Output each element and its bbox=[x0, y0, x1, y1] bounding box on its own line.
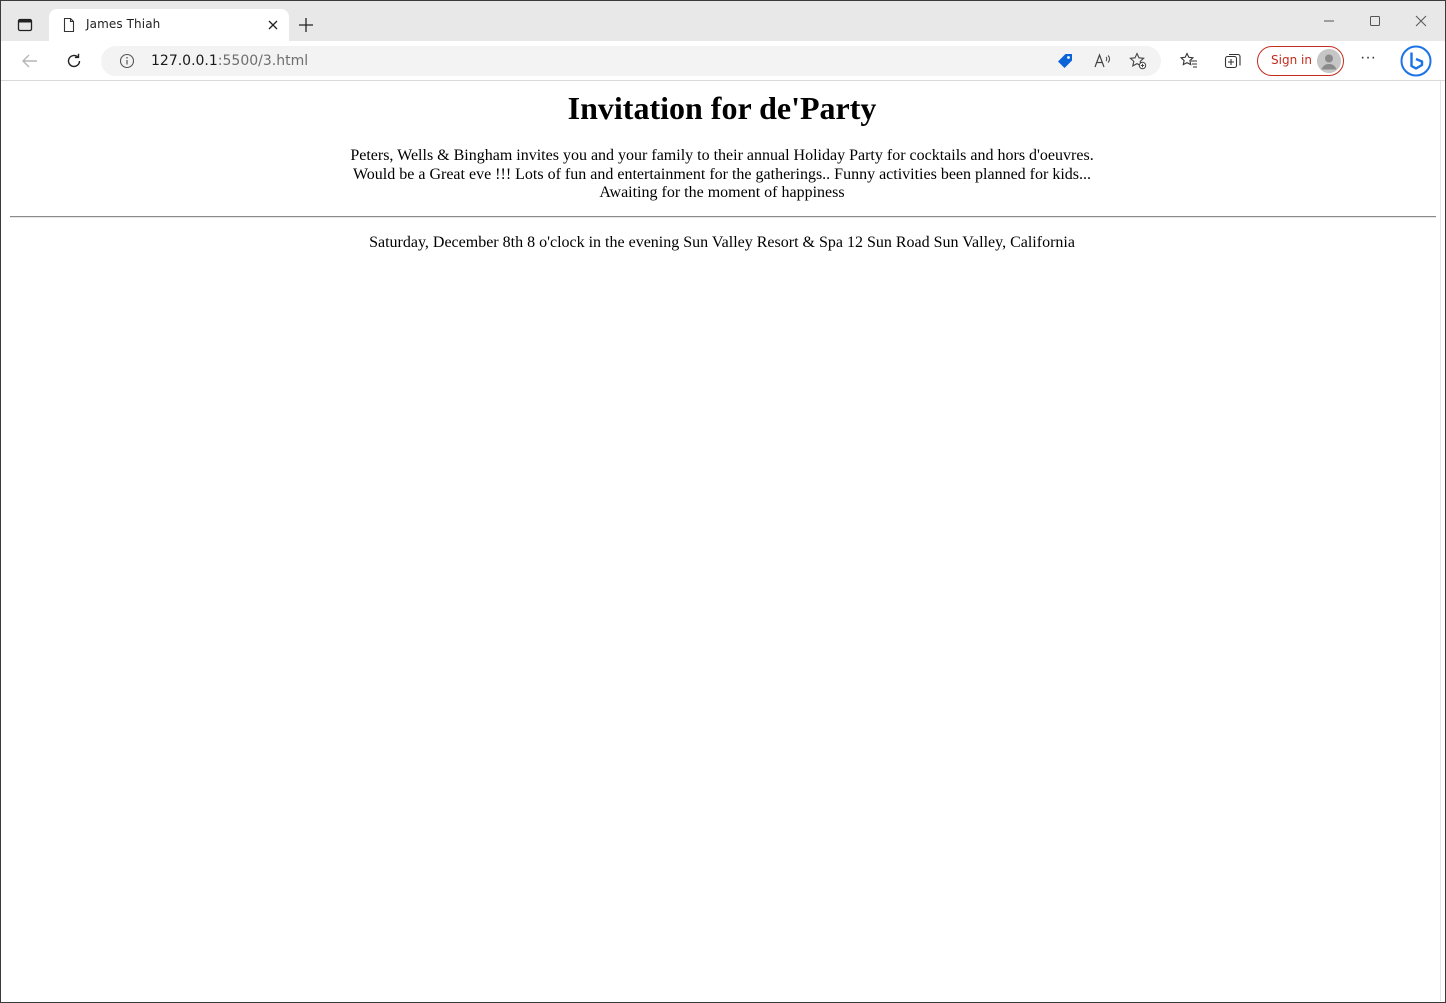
address-bar[interactable]: 127.0.0.1:5500/3.html bbox=[101, 46, 1161, 76]
intro-line: Awaiting for the moment of happiness bbox=[599, 184, 845, 201]
url-text[interactable]: 127.0.0.1:5500/3.html bbox=[151, 53, 308, 69]
event-details: Saturday, December 8th 8 o'clock in the … bbox=[369, 234, 1075, 251]
tab-actions-icon[interactable] bbox=[13, 13, 37, 37]
maximize-icon[interactable] bbox=[1361, 9, 1389, 33]
browser-tab[interactable]: James Thiah bbox=[49, 9, 289, 41]
page-title: Invitation for de'Party bbox=[567, 90, 877, 126]
browser-toolbar: 127.0.0.1:5500/3.html Sign in ··· bbox=[1, 41, 1445, 81]
sign-in-button[interactable]: Sign in bbox=[1257, 46, 1344, 76]
read-aloud-icon[interactable] bbox=[1093, 52, 1111, 70]
profile-avatar-icon bbox=[1317, 49, 1341, 73]
add-favorite-icon[interactable] bbox=[1129, 52, 1147, 70]
window-close-icon[interactable] bbox=[1407, 9, 1435, 33]
close-icon[interactable] bbox=[265, 17, 281, 33]
refresh-icon[interactable] bbox=[62, 49, 86, 73]
plus-icon[interactable] bbox=[295, 14, 317, 36]
browser-window: James Thiah 127.0.0.1:5500/3.html Sign i… bbox=[0, 0, 1446, 1003]
horizontal-rule bbox=[10, 216, 1436, 218]
intro-line: Would be a Great eve !!! Lots of fun and… bbox=[352, 165, 1092, 183]
tab-strip: James Thiah bbox=[1, 1, 1445, 41]
intro-line: Peters, Wells & Bingham invites you and … bbox=[350, 147, 1094, 164]
info-icon[interactable] bbox=[119, 53, 135, 69]
bing-icon[interactable] bbox=[1400, 45, 1432, 77]
minimize-icon[interactable] bbox=[1315, 9, 1343, 33]
tab-title: James Thiah bbox=[86, 17, 161, 31]
page-icon bbox=[61, 17, 77, 33]
shopping-tag-icon[interactable] bbox=[1056, 52, 1074, 70]
favorites-icon[interactable] bbox=[1179, 51, 1199, 71]
more-icon[interactable]: ··· bbox=[1358, 50, 1378, 71]
url-host: 127.0.0.1 bbox=[151, 53, 218, 69]
url-path: :5500/3.html bbox=[217, 53, 309, 69]
page-content: Invitation for de'Party Peters, Wells & … bbox=[2, 82, 1442, 1002]
back-icon[interactable] bbox=[18, 49, 42, 73]
scrollbar-track[interactable] bbox=[1440, 81, 1445, 1001]
sign-in-label: Sign in bbox=[1271, 53, 1312, 67]
collections-icon[interactable] bbox=[1223, 51, 1243, 71]
intro-paragraph: Peters, Wells & Bingham invites you and … bbox=[2, 147, 1442, 203]
